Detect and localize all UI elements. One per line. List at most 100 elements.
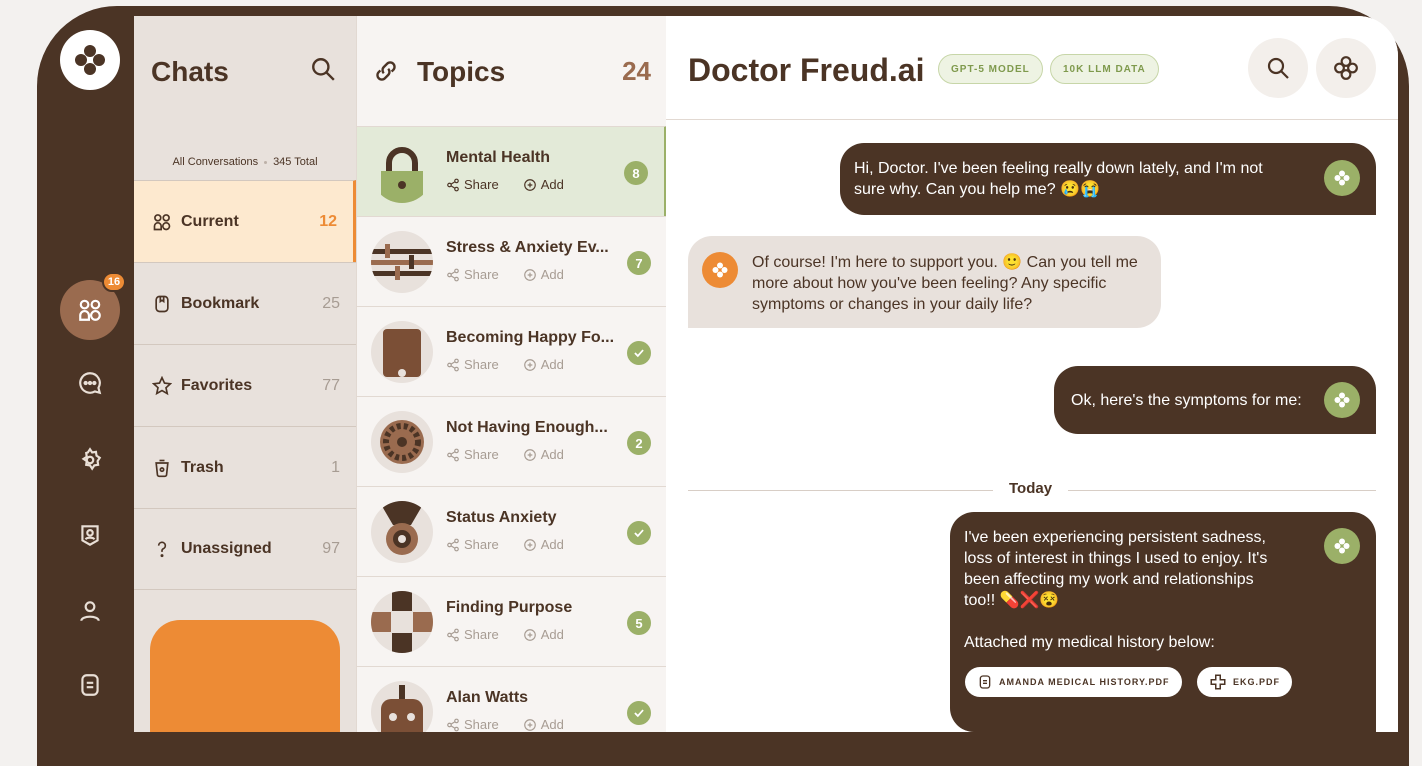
add-icon[interactable] — [523, 448, 537, 462]
add-icon[interactable] — [523, 178, 537, 192]
rail-document-button[interactable] — [61, 656, 119, 714]
topics-header: Topics 24 — [357, 16, 667, 126]
check-icon — [627, 521, 651, 545]
cross-icon — [1210, 674, 1226, 690]
category-label: Current — [181, 212, 239, 230]
share-label[interactable]: Share — [464, 537, 499, 552]
rail-profile-button[interactable] — [61, 582, 119, 640]
share-icon[interactable] — [446, 448, 460, 462]
rail-chat-button[interactable] — [61, 354, 119, 412]
add-label[interactable]: Add — [541, 627, 564, 642]
share-icon[interactable] — [446, 178, 460, 192]
document-icon — [81, 674, 99, 696]
add-label[interactable]: Add — [541, 717, 564, 732]
people-icon — [79, 299, 101, 321]
topic-actions: Share Add — [446, 357, 564, 372]
question-icon — [157, 541, 167, 558]
topic-actions: Share Add — [446, 627, 564, 642]
attachment-label: EKG.PDF — [1233, 677, 1281, 687]
conversation-summary: All Conversations 345 Total — [134, 156, 356, 168]
document-icon — [979, 675, 991, 689]
rail-alert-button[interactable] — [61, 506, 119, 564]
add-icon[interactable] — [523, 538, 537, 552]
topic-item[interactable]: Finding Purpose Share Add 5 — [357, 576, 667, 666]
add-icon[interactable] — [523, 628, 537, 642]
data-pill[interactable]: 10K LLM DATA — [1050, 54, 1159, 84]
model-pill[interactable]: GPT-5 MODEL — [938, 54, 1043, 84]
user-icon — [80, 601, 100, 622]
share-label[interactable]: Share — [464, 177, 499, 192]
share-icon[interactable] — [446, 358, 460, 372]
bot-avatar — [702, 252, 738, 288]
gear-thumbnail — [371, 411, 433, 473]
topic-count: 2 — [627, 431, 651, 455]
user-avatar — [1324, 528, 1360, 564]
star-icon — [152, 375, 172, 395]
topic-item[interactable]: Stress & Anxiety Ev... Share Add 7 — [357, 216, 667, 306]
add-icon[interactable] — [523, 358, 537, 372]
checker-thumbnail — [371, 591, 433, 653]
topic-item[interactable]: Alan Watts Share Add — [357, 666, 667, 732]
share-icon[interactable] — [446, 268, 460, 282]
topic-item[interactable]: Mental Health Share Add 8 — [357, 126, 667, 216]
rail-settings-button[interactable] — [61, 431, 119, 489]
message-text: I've been experiencing persistent sadnes… — [964, 529, 1268, 609]
topic-item[interactable]: Status Anxiety Share Add — [357, 486, 667, 576]
robot-thumbnail — [371, 681, 433, 732]
topic-title: Stress & Anxiety Ev... — [446, 239, 609, 256]
share-label[interactable]: Share — [464, 357, 499, 372]
category-count: 12 — [319, 212, 337, 230]
search-icon[interactable] — [310, 56, 336, 82]
promo-card[interactable] — [150, 620, 340, 732]
share-label[interactable]: Share — [464, 267, 499, 282]
search-icon — [1267, 57, 1289, 79]
topic-actions: Share Add — [446, 717, 564, 732]
chats-panel: Chats All Conversations 345 Total Current… — [134, 16, 356, 732]
trash-icon — [155, 459, 169, 477]
category-unassigned[interactable]: Unassigned 97 — [134, 508, 356, 590]
menu-button[interactable] — [1316, 38, 1376, 98]
add-icon[interactable] — [523, 268, 537, 282]
left-rail: 16 — [37, 6, 134, 732]
share-icon[interactable] — [446, 628, 460, 642]
share-label[interactable]: Share — [464, 447, 499, 462]
category-label: Unassigned — [181, 540, 272, 557]
topic-actions: Share Add — [446, 267, 564, 282]
add-label[interactable]: Add — [541, 177, 564, 192]
topic-title: Finding Purpose — [446, 599, 573, 616]
share-label[interactable]: Share — [464, 627, 499, 642]
share-label[interactable]: Share — [464, 717, 499, 732]
category-favorites[interactable]: Favorites 77 — [134, 344, 356, 426]
topic-item[interactable]: Not Having Enough... Share Add 2 — [357, 396, 667, 486]
topic-item[interactable]: Becoming Happy Fo... Share Add — [357, 306, 667, 396]
attachment-medical-history[interactable]: AMANDA MEDICAL HISTORY.PDF — [965, 667, 1182, 697]
add-icon[interactable] — [523, 718, 537, 732]
people-icon — [153, 213, 171, 230]
category-current[interactable]: Current 12 — [134, 180, 356, 262]
clover-icon — [1334, 56, 1358, 80]
user-message: I've been experiencing persistent sadnes… — [950, 512, 1376, 732]
search-button[interactable] — [1248, 38, 1308, 98]
category-trash[interactable]: Trash 1 — [134, 426, 356, 508]
chat-header: Doctor Freud.ai GPT-5 MODEL 10K LLM DATA — [666, 16, 1398, 120]
topic-actions: Share Add — [446, 537, 564, 552]
add-label[interactable]: Add — [541, 447, 564, 462]
topics-title: Topics — [417, 56, 506, 87]
category-bookmark[interactable]: Bookmark 25 — [134, 262, 356, 344]
attachment-ekg[interactable]: EKG.PDF — [1197, 667, 1293, 697]
check-icon — [627, 701, 651, 725]
rail-people-button[interactable]: 16 — [60, 272, 126, 340]
add-label[interactable]: Add — [541, 537, 564, 552]
app-logo[interactable] — [60, 30, 120, 90]
category-count: 1 — [331, 458, 340, 476]
topic-count: 7 — [627, 251, 651, 275]
category-label: Favorites — [181, 376, 253, 394]
share-icon[interactable] — [446, 718, 460, 732]
bot-message: Of course! I'm here to support you. 🙂 Ca… — [688, 236, 1161, 328]
sliders-thumbnail — [371, 231, 433, 293]
share-icon[interactable] — [446, 538, 460, 552]
bookmark-icon — [155, 295, 169, 312]
topic-actions: Share Add — [446, 447, 564, 462]
add-label[interactable]: Add — [541, 267, 564, 282]
add-label[interactable]: Add — [541, 357, 564, 372]
